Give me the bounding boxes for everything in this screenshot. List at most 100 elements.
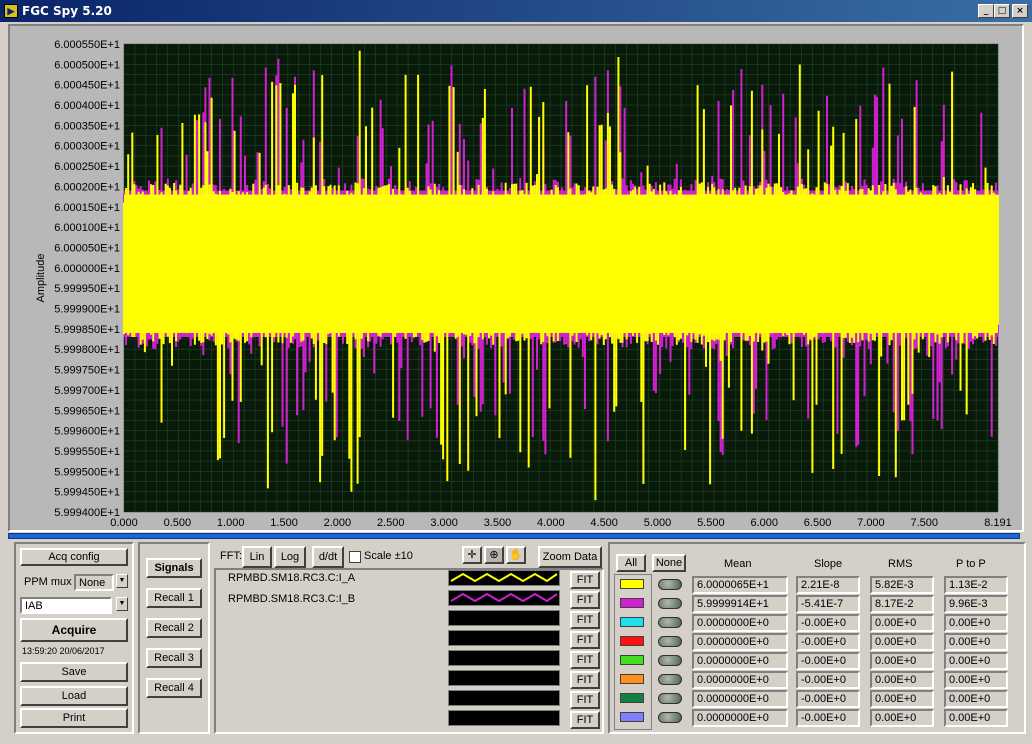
y-tick-label: 5.999450E+1 xyxy=(54,487,120,499)
visibility-toggle-led[interactable] xyxy=(658,693,682,704)
y-tick-label: 5.999750E+1 xyxy=(54,365,120,377)
signal-legend-plot-1[interactable] xyxy=(448,570,560,586)
color-swatch[interactable] xyxy=(620,674,644,684)
signal-legend-plot-3[interactable] xyxy=(448,610,560,626)
chevron-down-icon[interactable]: ▼ xyxy=(116,574,128,588)
graph-canvas[interactable]: 6.000550E+1 6.000500E+1 6.000450E+1 6.00040… xyxy=(10,26,1022,530)
x-tick-label: 0.500 xyxy=(164,517,192,529)
mean-value: 0.0000000E+0 xyxy=(692,652,788,670)
signal-select[interactable]: IAB xyxy=(20,597,112,614)
visibility-toggle-led[interactable] xyxy=(658,617,682,628)
fit-button-3[interactable]: FIT xyxy=(570,611,600,629)
visibility-toggle-led[interactable] xyxy=(658,655,682,666)
signal-name-a[interactable]: RPMBD.SM18.RC3.C:I_A xyxy=(228,572,355,584)
select-all-button[interactable]: All xyxy=(616,554,646,572)
acquisition-timestamp: 13:59:20 20/06/2017 xyxy=(22,646,105,656)
x-tick-label: 3.000 xyxy=(430,517,458,529)
recall-3-button[interactable]: Recall 3 xyxy=(146,648,202,668)
derivative-button[interactable]: d/dt xyxy=(312,546,344,568)
signal-legend-plot-5[interactable] xyxy=(448,650,560,666)
fft-log-button[interactable]: Log xyxy=(274,546,306,568)
signal-legend-plot-2[interactable] xyxy=(448,590,560,606)
x-tick-label: 2.500 xyxy=(377,517,405,529)
rms-value: 0.00E+0 xyxy=(870,614,934,632)
signal-name-b[interactable]: RPMBD.SM18.RC3.C:I_B xyxy=(228,593,355,605)
color-swatch[interactable] xyxy=(620,636,644,646)
app-icon[interactable]: ▶ xyxy=(4,4,18,18)
zoom-data-button[interactable]: Zoom Data xyxy=(538,546,602,568)
x-tick-label: 6.500 xyxy=(804,517,832,529)
color-swatch[interactable] xyxy=(620,693,644,703)
signals-button[interactable]: Signals xyxy=(146,558,202,578)
signal-legend-plot-4[interactable] xyxy=(448,630,560,646)
ppm-mux-select[interactable]: None xyxy=(74,574,114,591)
mean-value: 6.0000065E+1 xyxy=(692,576,788,594)
print-button[interactable]: Print xyxy=(20,708,128,728)
save-button[interactable]: Save xyxy=(20,662,128,682)
chevron-down-icon[interactable]: ▼ xyxy=(116,597,128,611)
color-swatch[interactable] xyxy=(620,655,644,665)
crosshair-icon[interactable]: ✛ xyxy=(462,546,482,564)
signal-legend-plot-7[interactable] xyxy=(448,690,560,706)
visibility-toggle-led[interactable] xyxy=(658,579,682,590)
y-axis-label: Amplitude xyxy=(35,254,47,303)
ptp-value: 9.96E-3 xyxy=(944,595,1008,613)
series-band xyxy=(124,194,998,333)
fit-button-4[interactable]: FIT xyxy=(570,631,600,649)
visibility-toggle-led[interactable] xyxy=(658,674,682,685)
minimize-icon[interactable]: _ xyxy=(978,4,994,18)
rms-value: 8.17E-2 xyxy=(870,595,934,613)
acquisition-panel: Acq config PPM mux None ▼ IAB ▼ Acquire … xyxy=(14,542,134,734)
fit-button-1[interactable]: FIT xyxy=(570,571,600,589)
statistics-panel: All None Mean Slope RMS P to P 6.0000065… xyxy=(608,542,1026,734)
fit-button-7[interactable]: FIT xyxy=(570,691,600,709)
mean-header: Mean xyxy=(724,558,752,570)
x-tick-label: 3.500 xyxy=(484,517,512,529)
ptp-value: 0.00E+0 xyxy=(944,690,1008,708)
ppm-mux-label: PPM mux xyxy=(24,576,72,588)
fit-button-6[interactable]: FIT xyxy=(570,671,600,689)
color-swatch[interactable] xyxy=(620,598,644,608)
visibility-toggle-led[interactable] xyxy=(658,636,682,647)
y-tick-label: 6.000500E+1 xyxy=(54,59,120,71)
fft-lin-button[interactable]: Lin xyxy=(242,546,272,568)
visibility-toggle-led[interactable] xyxy=(658,712,682,723)
acquire-button[interactable]: Acquire xyxy=(20,618,128,642)
x-tick-label: 4.000 xyxy=(537,517,565,529)
close-icon[interactable]: × xyxy=(1012,4,1028,18)
select-none-button[interactable]: None xyxy=(652,554,686,572)
pan-hand-icon[interactable]: ✋ xyxy=(506,546,526,564)
signal-legend-plot-8[interactable] xyxy=(448,710,560,726)
maximize-icon[interactable]: □ xyxy=(994,4,1010,18)
zoom-icon[interactable]: ⊕ xyxy=(484,546,504,564)
y-tick-label: 6.000150E+1 xyxy=(54,202,120,214)
y-tick-label: 6.000400E+1 xyxy=(54,100,120,112)
fit-button-8[interactable]: FIT xyxy=(570,711,600,729)
color-swatch[interactable] xyxy=(620,712,644,722)
rms-value: 5.82E-3 xyxy=(870,576,934,594)
scale-checkbox[interactable] xyxy=(349,551,361,563)
y-tick-label: 6.000000E+1 xyxy=(54,263,120,275)
p-to-p-header: P to P xyxy=(956,558,986,570)
y-tick-label: 5.999900E+1 xyxy=(54,304,120,316)
fit-button-5[interactable]: FIT xyxy=(570,651,600,669)
ptp-value: 1.13E-2 xyxy=(944,576,1008,594)
recall-1-button[interactable]: Recall 1 xyxy=(146,588,202,608)
acq-config-button[interactable]: Acq config xyxy=(20,548,128,566)
recall-4-button[interactable]: Recall 4 xyxy=(146,678,202,698)
ptp-value: 0.00E+0 xyxy=(944,709,1008,727)
ptp-value: 0.00E+0 xyxy=(944,652,1008,670)
waveform-graph[interactable]: 6.000550E+1 6.000500E+1 6.000450E+1 6.00040… xyxy=(8,24,1024,532)
ptp-value: 0.00E+0 xyxy=(944,633,1008,651)
visibility-toggle-led[interactable] xyxy=(658,598,682,609)
mean-value: 0.0000000E+0 xyxy=(692,690,788,708)
scrollbar-splitter[interactable] xyxy=(8,533,1020,539)
scale-label: Scale ±10 xyxy=(364,550,413,562)
y-tick-label: 5.999550E+1 xyxy=(54,446,120,458)
signal-legend-plot-6[interactable] xyxy=(448,670,560,686)
color-swatch[interactable] xyxy=(620,617,644,627)
color-swatch[interactable] xyxy=(620,579,644,589)
load-button[interactable]: Load xyxy=(20,686,128,706)
recall-2-button[interactable]: Recall 2 xyxy=(146,618,202,638)
fit-button-2[interactable]: FIT xyxy=(570,591,600,609)
